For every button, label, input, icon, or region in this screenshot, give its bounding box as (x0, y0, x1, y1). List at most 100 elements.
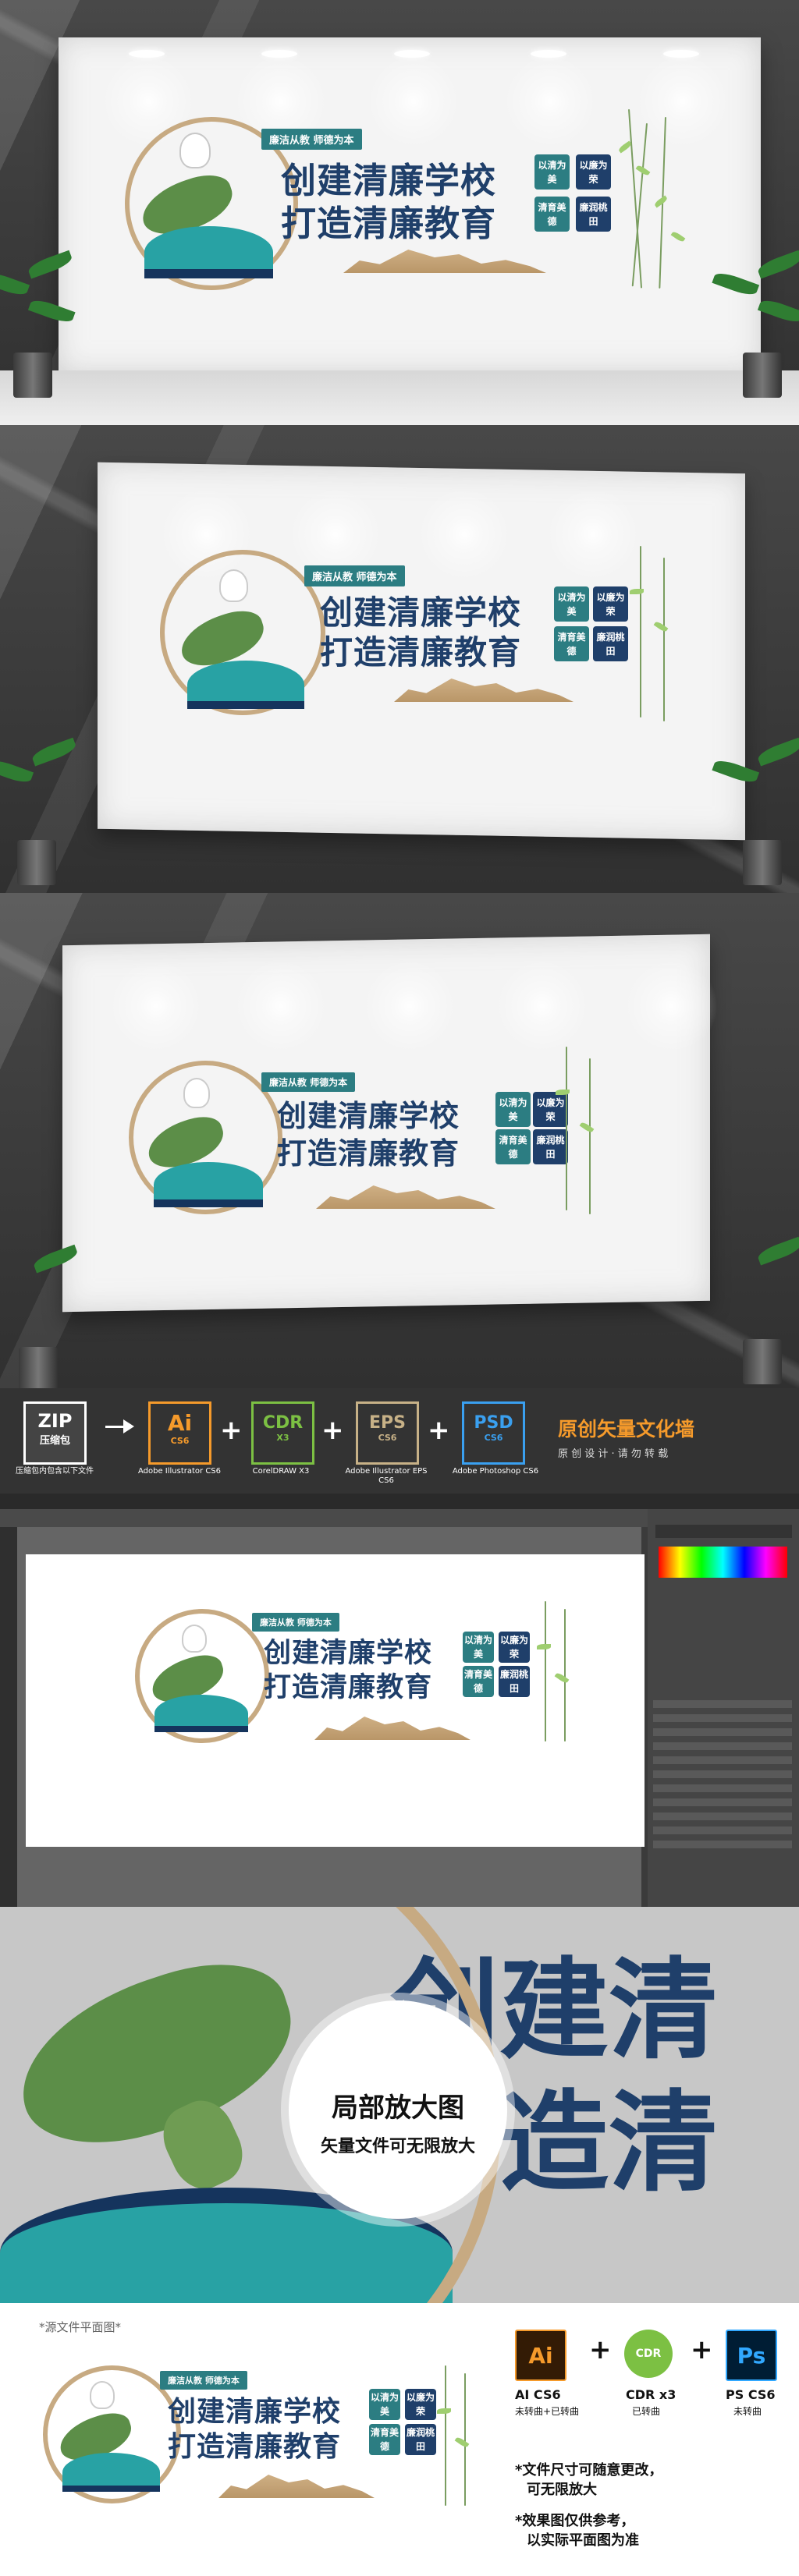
potted-plant (0, 234, 101, 398)
willow-branch-icon (620, 546, 714, 741)
zoom-detail-section: 创建清 打造清 局部放大图 矢量文件可无限放大 (0, 1907, 799, 2303)
lotus-flower-icon (219, 569, 248, 602)
tag-box: 清育美德 (554, 626, 589, 661)
reference-note-2: 以实际平面图为准 (527, 2532, 639, 2549)
slogan-badge: 廉洁从教 师德为本 (160, 2371, 247, 2390)
layer-row[interactable] (653, 1784, 792, 1792)
culture-wall-design: 廉洁从教 师德为本 创建清廉学校 打造清廉教育 以清为美 以廉为荣 清育美德 廉… (160, 546, 698, 784)
willow-branch-icon (533, 1601, 627, 1749)
potted-plant (702, 234, 799, 398)
spotlight-glow (624, 959, 718, 1053)
gold-hills (218, 2475, 375, 2498)
ai-caption: Adobe Illustrator CS6 (137, 1467, 222, 1476)
title-line-2: 打造清廉教育 (320, 633, 522, 671)
tag-box: 以廉为荣 (405, 2389, 436, 2420)
tag-box: 以廉为荣 (576, 154, 611, 190)
spotlight-glow (495, 959, 589, 1053)
title-line-2: 打造清廉教育 (264, 1672, 433, 1703)
spotlight-glow (234, 959, 328, 1053)
gold-hills (316, 1185, 495, 1209)
teal-wave (62, 2453, 160, 2492)
willow-branch-icon (609, 108, 702, 304)
tag-box: 以清为美 (495, 1092, 531, 1127)
lotus-flower-icon (90, 2381, 115, 2409)
gold-hills (314, 1717, 471, 1740)
layer-row[interactable] (653, 1812, 792, 1820)
zip-note: 压缩包内包含以下文件 (16, 1467, 94, 1476)
culture-wall-design: 廉洁从教 师德为本 创建清廉学校 打造清廉教育 以清为美 以廉为荣 清育美德 廉… (117, 108, 710, 343)
title-line-1: 创建清廉学校 (277, 1099, 460, 1133)
ps-format-sub: 未转曲 (733, 2406, 762, 2417)
mockup-scene-3: 廉洁从教 师德为本 创建清廉学校 打造清廉教育 以清为美 以廉为荣 清育美德 廉… (0, 893, 799, 1388)
teal-wave (154, 1695, 248, 1732)
tag-box: 清育美德 (534, 197, 570, 232)
tag-box: 廉润桃田 (576, 197, 611, 232)
ai-version: CS6 (170, 1436, 190, 1446)
gold-hills (394, 679, 574, 702)
magnifier-title: 局部放大图 (332, 2092, 464, 2124)
teal-wave (187, 661, 304, 709)
flat-design-preview: 廉洁从教 师德为本 创建清廉学校 打造清廉教育 以清为美 以廉为荣 清育美德 廉… (43, 2365, 495, 2560)
potted-plant (0, 1228, 107, 1388)
spotlight-glow (363, 959, 456, 1053)
slogan-badge: 廉洁从教 师德为本 (261, 129, 362, 150)
eps-version: CS6 (378, 1433, 397, 1443)
layer-row[interactable] (653, 1841, 792, 1848)
layer-row[interactable] (653, 1728, 792, 1736)
tag-box: 以清为美 (554, 586, 589, 622)
potted-plant (0, 721, 105, 885)
panel-tabs (655, 1525, 792, 1538)
brand-title: 原创矢量文化墙 (558, 1418, 695, 1440)
lotus-flower-icon (182, 1625, 207, 1653)
culture-wall-design: 廉洁从教 师德为本 创建清廉学校 打造清廉教育 以清为美 以廉为荣 清育美德 廉… (135, 1601, 588, 1804)
tag-box: 廉润桃田 (499, 1666, 530, 1697)
arrow-head-icon (123, 1419, 134, 1433)
layer-row[interactable] (653, 1798, 792, 1806)
tag-box: 以清为美 (534, 154, 570, 190)
slogan-badge: 廉洁从教 师德为本 (252, 1613, 339, 1632)
willow-branch-icon (433, 2365, 527, 2514)
artboard[interactable]: 廉洁从教 师德为本 创建清廉学校 打造清廉教育 以清为美 以廉为荣 清育美德 廉… (26, 1554, 645, 1847)
eps-format-icon: EPS CS6 (356, 1401, 419, 1465)
gold-hills (343, 250, 546, 273)
reference-note: *效果图仅供参考， (515, 2513, 635, 2529)
ai-format-label: AI CS6 (515, 2387, 561, 2402)
potted-plant (702, 721, 799, 885)
magnifier-subtitle: 矢量文件可无限放大 (320, 2137, 475, 2156)
ai-icon: Ai (515, 2330, 566, 2381)
layer-row[interactable] (653, 1756, 792, 1764)
format-toolbar: ZIP 压缩包 压缩包内包含以下文件 Ai CS6 Adobe Illustra… (0, 1388, 799, 1494)
slogan-badge: 廉洁从教 师德为本 (304, 565, 405, 586)
eps-caption: Adobe Illustrator EPS CS6 (345, 1467, 428, 1485)
layer-row[interactable] (653, 1770, 792, 1778)
tag-box: 以清为美 (463, 1632, 494, 1663)
swatches-panel (659, 1547, 787, 1578)
tag-box: 清育美德 (369, 2424, 400, 2455)
spotlight-glow (109, 959, 203, 1053)
culture-wall-design: 廉洁从教 师德为本 创建清廉学校 打造清廉教育 以清为美 以廉为荣 清育美德 廉… (129, 1047, 659, 1279)
layer-row[interactable] (653, 1827, 792, 1834)
slogan-badge: 廉洁从教 师德为本 (261, 1072, 356, 1092)
teal-wave (144, 226, 273, 278)
mockup-scene-2: 廉洁从教 师德为本 创建清廉学校 打造清廉教育 以清为美 以廉为荣 清育美德 廉… (0, 425, 799, 893)
title-line-2: 打造清廉教育 (277, 1136, 460, 1171)
willow-branch-icon (546, 1047, 640, 1242)
lotus-flower-icon (183, 1078, 210, 1108)
psd-caption: Adobe Photoshop CS6 (452, 1467, 539, 1476)
teal-wave (154, 1162, 263, 1207)
plus-icon: + (220, 1415, 243, 1446)
plus-icon: + (321, 1415, 344, 1446)
ai-format-icon: Ai CS6 (148, 1401, 211, 1465)
title-line-2: 打造清廉教育 (281, 203, 497, 244)
cdr-format-label: CDR x3 (626, 2387, 676, 2402)
layers-panel (648, 1509, 799, 1907)
zip-file-icon: ZIP 压缩包 (23, 1401, 87, 1465)
ps-icon: Ps (726, 2330, 777, 2381)
layer-row[interactable] (653, 1700, 792, 1708)
potted-plant (702, 1221, 799, 1384)
layer-row[interactable] (653, 1742, 792, 1750)
title-line-2: 打造清廉教育 (168, 2431, 342, 2463)
mockup-scene-1: 廉洁从教 师德为本 创建清廉学校 打造清廉教育 以清为美 以廉为荣 清育美德 廉… (0, 0, 799, 425)
tag-box: 清育美德 (495, 1129, 531, 1164)
layer-row[interactable] (653, 1714, 792, 1722)
